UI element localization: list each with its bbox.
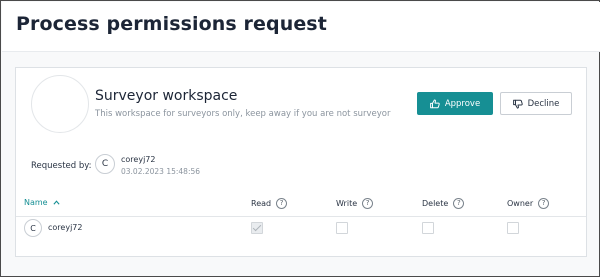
approve-label: Approve — [444, 98, 481, 109]
question-circle-icon[interactable]: ? — [362, 198, 374, 209]
question-circle-icon[interactable]: ? — [276, 198, 288, 209]
owner-checkbox[interactable] — [507, 222, 519, 234]
column-read-label: Read — [251, 199, 272, 208]
request-card: Surveyor workspace This workspace for su… — [15, 67, 587, 257]
user-name: coreyj72 — [48, 223, 83, 232]
user-avatar: C — [24, 219, 42, 237]
approve-button[interactable]: Approve — [417, 92, 493, 115]
request-date: 03.02.2023 15:48:56 — [121, 167, 201, 176]
read-checkbox[interactable] — [251, 222, 263, 234]
column-delete-label: Delete — [422, 199, 449, 208]
workspace-name: Surveyor workspace — [95, 88, 238, 104]
table-row: C coreyj72 — [16, 217, 586, 239]
page-header: Process permissions request — [2, 2, 600, 52]
thumbs-up-icon — [429, 98, 440, 109]
sort-ascending-icon — [53, 198, 60, 207]
workspace-description: This workspace for surveyors only, keep … — [95, 109, 391, 119]
requester-avatar: C — [95, 154, 115, 174]
write-checkbox[interactable] — [336, 222, 348, 234]
requester-username: coreyj72 — [121, 155, 156, 164]
page-title: Process permissions request — [16, 13, 327, 35]
column-write-label: Write — [336, 199, 358, 208]
column-header-read: Read ? — [251, 198, 288, 209]
decline-label: Decline — [527, 98, 560, 109]
workspace-avatar — [31, 75, 89, 133]
thumbs-down-icon — [512, 99, 523, 109]
requested-by-label: Requested by: — [31, 161, 92, 171]
question-circle-icon[interactable]: ? — [453, 198, 465, 209]
question-circle-icon[interactable]: ? — [538, 198, 550, 209]
permissions-table-header: Name Read ? Write ? Delete ? Owner ? — [16, 189, 586, 217]
column-header-name[interactable]: Name — [24, 198, 60, 207]
column-header-delete: Delete ? — [422, 198, 465, 209]
column-name-label: Name — [24, 198, 48, 207]
column-owner-label: Owner — [507, 199, 534, 208]
decline-button[interactable]: Decline — [500, 92, 572, 115]
window-frame: Process permissions request Surveyor wor… — [0, 0, 600, 277]
column-header-owner: Owner ? — [507, 198, 550, 209]
column-header-write: Write ? — [336, 198, 374, 209]
delete-checkbox[interactable] — [422, 222, 434, 234]
